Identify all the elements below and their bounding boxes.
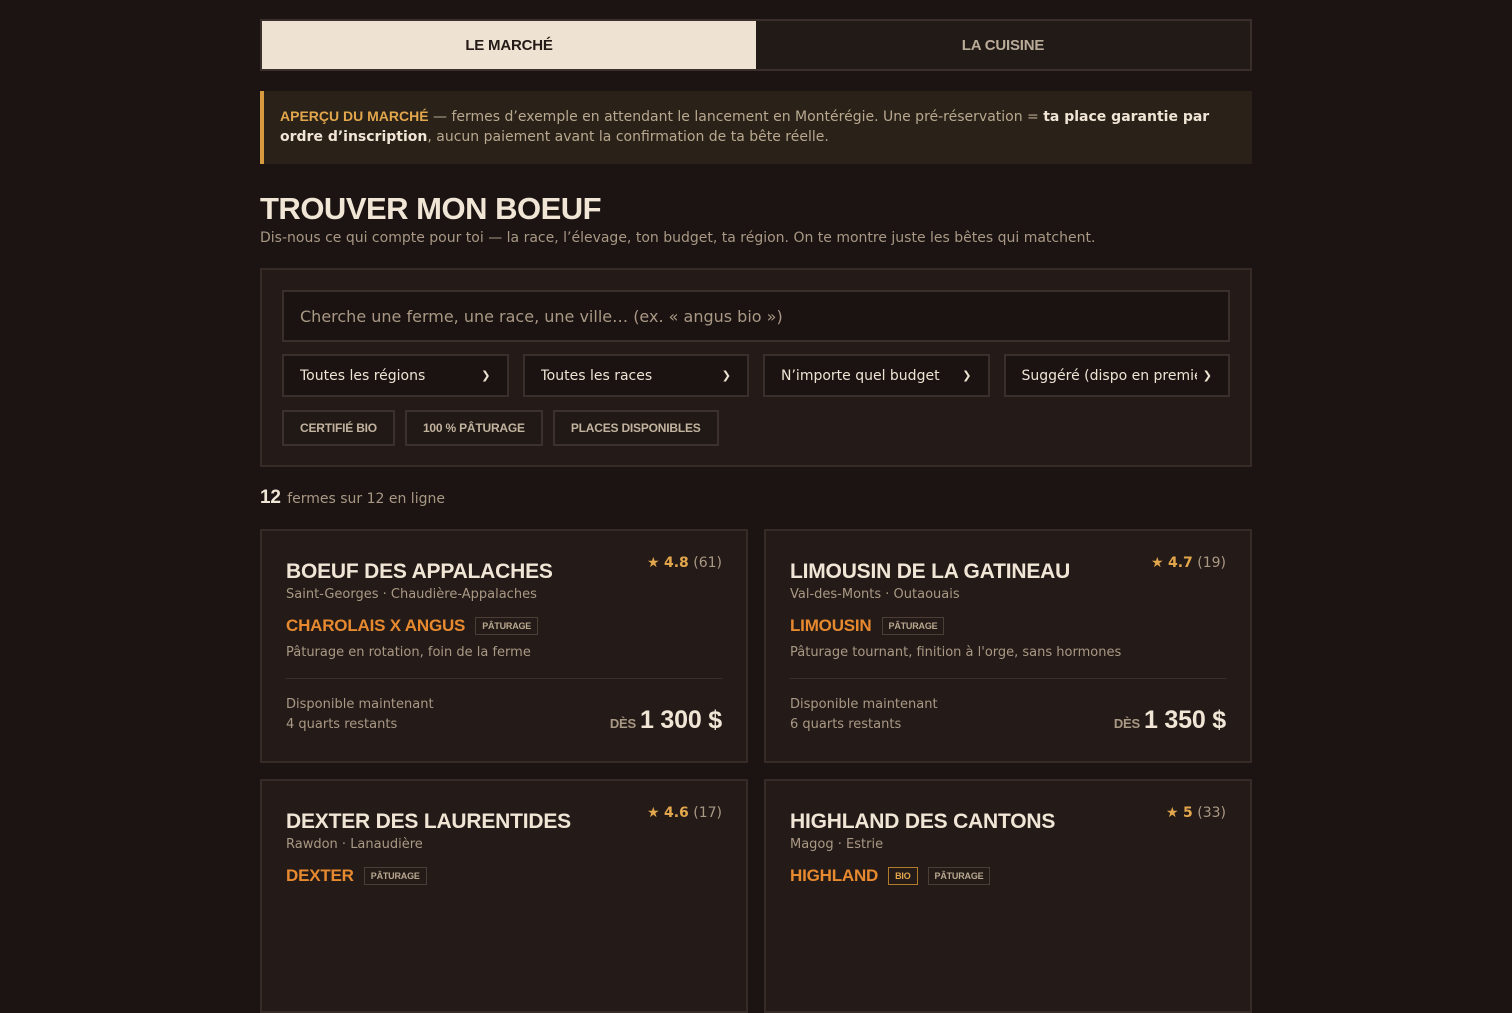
- badge-pasture: Pâturage: [475, 617, 539, 635]
- farm-availability: Disponible maintenant: [286, 697, 434, 712]
- region-select[interactable]: Toutes les régions ❯: [282, 354, 509, 397]
- star-icon: ★: [1150, 555, 1164, 571]
- farm-name: Boeuf des Appalaches: [286, 560, 553, 583]
- farm-name: Dexter des Laurentides: [286, 810, 571, 833]
- breed-select-value: Toutes les races: [540, 367, 653, 384]
- farm-breed: Limousin: [790, 616, 872, 635]
- star-icon: ★: [646, 555, 660, 571]
- rating-score: 4.7: [1167, 555, 1193, 571]
- farm-card[interactable]: Boeuf des Appalaches ★ 4.8 (61) Saint-Ge…: [260, 529, 748, 763]
- star-icon: ★: [1166, 805, 1179, 821]
- farm-remaining: 4 quarts restants: [286, 717, 398, 732]
- farm-description: Pâturage tournant, finition à l'orge, sa…: [790, 645, 1122, 660]
- farm-remaining: 6 quarts restants: [790, 717, 902, 732]
- farm-name: Highland des Cantons: [790, 810, 1056, 833]
- filter-chips: Certifié bio 100 % pâturage Places dispo…: [282, 410, 1230, 446]
- badge-bio: Bio: [888, 867, 918, 885]
- farm-breed: Highland: [790, 866, 879, 885]
- sort-select-value: Suggéré (dispo en premier): [1021, 367, 1197, 384]
- chip-certified-bio[interactable]: Certifié bio: [282, 410, 395, 446]
- region-select-value: Toutes les régions: [300, 367, 426, 384]
- results-count: 12 fermes sur 12 en ligne: [260, 487, 1252, 509]
- badge-pasture: Pâturage: [363, 867, 427, 885]
- rating-score: 4.6: [663, 805, 689, 821]
- chevron-down-icon: ❯: [962, 369, 972, 382]
- results-count-text: fermes sur 12 en ligne: [287, 491, 445, 507]
- chip-available[interactable]: Places disponibles: [552, 410, 719, 446]
- farm-card[interactable]: Highland des Cantons ★ 5 (33) Magog · Es…: [764, 779, 1252, 1013]
- rating-score: 5: [1183, 805, 1193, 821]
- notice-text-2: , aucun paiement avant la confirmation d…: [427, 129, 829, 145]
- farm-rating: ★ 4.6 (17): [647, 805, 722, 821]
- rating-score: 4.8: [663, 555, 689, 571]
- farm-rating: ★ 4.7 (19): [1151, 555, 1226, 571]
- rating-reviews: (17): [693, 805, 722, 821]
- price-amount: 1 300 $: [639, 706, 722, 734]
- badge-pasture: Pâturage: [881, 617, 945, 635]
- tab-marche[interactable]: Le marché: [262, 21, 756, 69]
- notice-lead: Aperçu du marché: [280, 108, 429, 124]
- chip-pasture[interactable]: 100 % pâturage: [404, 410, 543, 446]
- rating-reviews: (33): [1197, 805, 1226, 821]
- chevron-down-icon: ❯: [1202, 369, 1212, 382]
- price-prefix: Dès: [1113, 716, 1140, 731]
- rating-reviews: (61): [693, 555, 722, 571]
- market-preview-notice: Aperçu du marché — fermes d’exemple en a…: [260, 91, 1252, 164]
- chevron-down-icon: ❯: [721, 369, 731, 382]
- badge-pasture: Pâturage: [927, 867, 991, 885]
- farm-breed: Charolais x Angus: [286, 616, 466, 635]
- filter-selects: Toutes les régions ❯ Toutes les races ❯ …: [282, 354, 1230, 397]
- farm-name: Limousin de la Gatineau: [790, 560, 1071, 583]
- rating-reviews: (19): [1197, 555, 1226, 571]
- farm-description: Pâturage en rotation, foin de la ferme: [286, 645, 531, 660]
- farm-location: Rawdon · Lanaudière: [286, 837, 423, 852]
- page-title: TROUVER MON BOEUF: [260, 191, 602, 226]
- budget-select-value: N’importe quel budget: [781, 367, 940, 384]
- price-amount: 1 350 $: [1143, 706, 1226, 734]
- filter-panel: Toutes les régions ❯ Toutes les races ❯ …: [260, 268, 1252, 467]
- farm-price: Dès 1 300 $: [610, 706, 722, 735]
- page-subtitle: Dis-nous ce qui compte pour toi — la rac…: [260, 230, 1096, 246]
- notice-text-1: — fermes d’exemple en attendant le lance…: [428, 109, 1044, 125]
- farm-location: Magog · Estrie: [790, 837, 884, 852]
- search-input[interactable]: [282, 290, 1230, 342]
- farm-rating: ★ 4.8 (61): [647, 555, 722, 571]
- budget-select[interactable]: N’importe quel budget ❯: [763, 354, 990, 397]
- farm-availability: Disponible maintenant: [790, 697, 938, 712]
- farm-card[interactable]: Limousin de la Gatineau ★ 4.7 (19) Val-d…: [764, 529, 1252, 763]
- farm-card[interactable]: Dexter des Laurentides ★ 4.6 (17) Rawdon…: [260, 779, 748, 1013]
- sort-select[interactable]: Suggéré (dispo en premier) ❯: [1003, 354, 1230, 397]
- farm-rating: ★ 5 (33): [1166, 805, 1226, 821]
- farm-breed: Dexter: [286, 866, 354, 885]
- price-prefix: Dès: [609, 716, 636, 731]
- farm-location: Saint-Georges · Chaudière-Appalaches: [286, 587, 537, 602]
- chevron-down-icon: ❯: [481, 369, 491, 382]
- farm-grid: Boeuf des Appalaches ★ 4.8 (61) Saint-Ge…: [260, 529, 1252, 1013]
- results-count-number: 12: [260, 487, 281, 508]
- breed-select[interactable]: Toutes les races ❯: [522, 354, 749, 397]
- tab-cuisine[interactable]: La cuisine: [756, 21, 1250, 69]
- page-wrapper: Le marché La cuisine Aperçu du marché — …: [260, 19, 1252, 1013]
- farm-price: Dès 1 350 $: [1114, 706, 1226, 735]
- divider: [790, 678, 1226, 679]
- star-icon: ★: [646, 805, 660, 821]
- tab-bar: Le marché La cuisine: [260, 19, 1252, 71]
- divider: [286, 678, 722, 679]
- farm-location: Val-des-Monts · Outaouais: [790, 587, 960, 602]
